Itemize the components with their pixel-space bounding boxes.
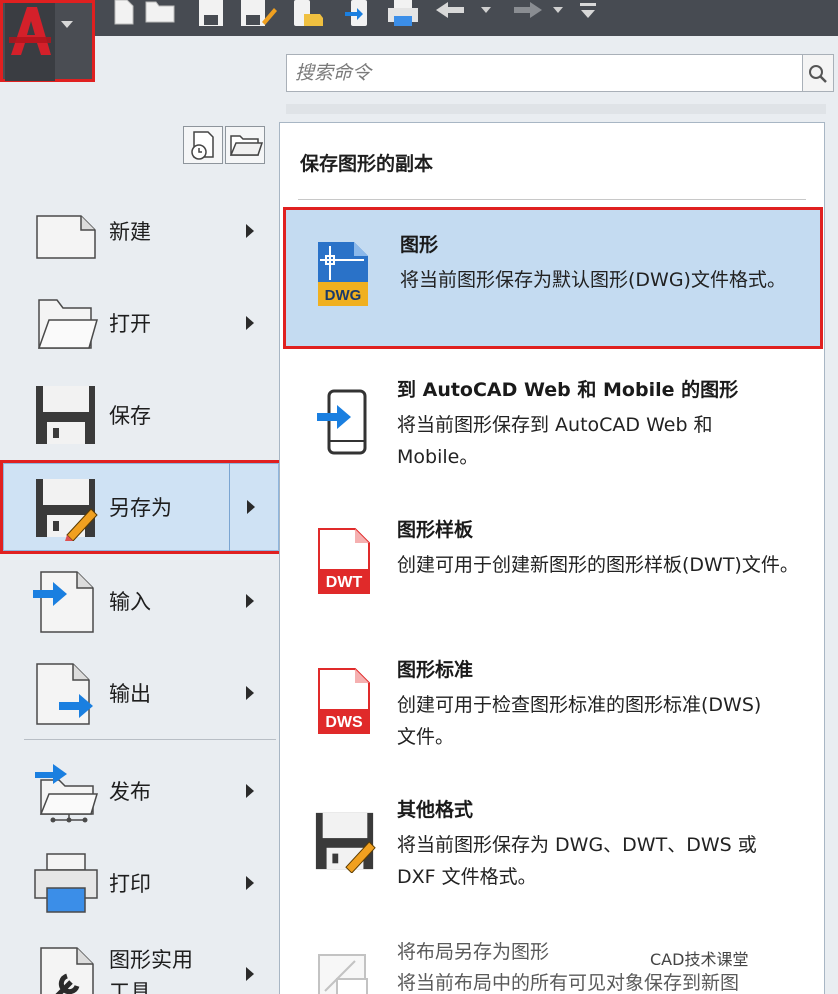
menu-item-label: 新建 [109,220,151,244]
publish-icon [35,764,99,823]
menu-item-label: 保存 [109,404,151,428]
plot-icon[interactable] [386,0,420,28]
submenu-arrow-icon [246,784,254,798]
submenu-item-description: 将当前图形保存为 DWG、DWT、DWS 或 DXF 文件格式。 [397,834,757,888]
submenu-arrow-icon [246,224,254,238]
menu-item-label: 发布 [109,780,151,804]
submenu-item-title: 到 AutoCAD Web 和 Mobile 的图形 [397,379,739,401]
drawing-utilities-icon [40,947,94,994]
search-icon [809,65,827,83]
autocad-logo [5,3,55,81]
submenu-arrow-icon [246,686,254,700]
submenu-arrow-icon [246,876,254,890]
menu-item-save[interactable]: 保存 [5,372,277,458]
open-icon[interactable] [144,0,180,26]
open-documents-button[interactable] [225,126,265,164]
submenu-item-standards[interactable]: DWS 图形标准 创建可用于检查图形标准的图形标准(DWS)文件。 [283,635,823,775]
submenu-item-title: 其他格式 [397,799,474,821]
import-icon [33,571,94,633]
save-as-submenu: 保存图形的副本 DWG 图形 将当前图形保存为默认图形(DWG)文件格式。 到 … [279,122,825,994]
save-to-web-icon[interactable] [343,0,373,28]
search-separator [286,104,826,114]
menu-item-import[interactable]: 输入 [5,558,277,644]
save-layout-as-drawing-icon [318,954,368,994]
menu-separator [24,739,276,740]
submenu-item-description: 创建可用于创建新图形的图形样板(DWT)文件。 [397,554,799,576]
recent-documents-icon [191,131,214,160]
open-documents-icon [229,135,264,156]
recent-documents-button[interactable] [183,126,223,164]
export-icon [36,663,93,725]
submenu-arrow-icon[interactable] [247,500,255,514]
dwg-icon-label: DWG [325,287,362,304]
save-as-disk-icon [36,479,98,541]
dws-icon-label: DWS [325,714,363,731]
menu-item-label: 图形实用 [109,948,193,972]
open-folder-icon [37,299,98,349]
title-bar [0,0,838,36]
submenu-item-description: 创建可用于检查图形标准的图形标准(DWS)文件。 [397,694,762,748]
search-input[interactable]: 搜索命令 [286,54,803,92]
submenu-item-title: 图形 [400,234,439,256]
menu-item-label: 打开 [109,312,151,336]
submenu-item-title: 将布局另存为图形 [397,941,550,963]
menu-item-new[interactable]: 新建 [5,188,277,274]
dwt-file-icon: DWT [318,528,370,594]
save-to-web-mobile-icon [317,389,367,455]
split-divider [229,463,230,551]
search-button[interactable] [803,54,834,92]
save-icon[interactable] [198,0,224,28]
menu-item-label: 输入 [109,590,151,614]
menu-item-label-line2: 工具 [109,980,151,994]
redo-dropdown-arrow[interactable] [553,7,563,13]
menu-item-drawing-utilities[interactable]: 图形实用 工具 [5,932,277,994]
save-as-icon[interactable] [240,0,278,28]
menu-item-label: 另存为 [109,496,172,520]
save-other-formats-icon [315,812,376,873]
menu-item-print[interactable]: 打印 [5,840,277,926]
menu-item-export[interactable]: 输出 [5,650,277,736]
new-icon[interactable] [113,0,135,26]
submenu-item-drawing[interactable]: DWG 图形 将当前图形保存为默认图形(DWG)文件格式。 [283,207,823,349]
dwg-file-icon: DWG [318,242,368,306]
submenu-item-web-mobile[interactable]: 到 AutoCAD Web 和 Mobile 的图形 将当前图形保存到 Auto… [283,355,823,495]
menu-item-publish[interactable]: 发布 [5,748,277,834]
submenu-arrow-icon [246,594,254,608]
dwt-icon-label: DWT [326,574,363,591]
submenu-item-description: 将当前图形保存到 AutoCAD Web 和 Mobile。 [397,414,713,468]
undo-icon[interactable] [434,0,470,26]
menu-item-label: 输出 [109,682,151,706]
menu-item-save-as[interactable]: 另存为 [0,460,282,554]
submenu-item-description: 将当前图形保存为默认图形(DWG)文件格式。 [400,269,786,291]
chevron-down-icon [61,21,73,28]
application-menu-button[interactable] [0,0,95,82]
watermark: CAD技术课堂 [648,946,751,970]
customize-icon[interactable] [578,0,598,26]
new-drawing-icon [36,215,96,259]
submenu-title: 保存图形的副本 [300,153,434,175]
submenu-arrow-icon [246,316,254,330]
submenu-item-title: 图形标准 [397,659,474,681]
redo-icon[interactable] [508,0,544,26]
undo-dropdown-arrow[interactable] [481,7,491,13]
submenu-arrow-icon [246,967,254,981]
menu-item-open[interactable]: 打开 [5,280,277,366]
submenu-item-template[interactable]: DWT 图形样板 创建可用于创建新图形的图形样板(DWT)文件。 [283,495,823,635]
dws-file-icon: DWS [318,668,370,734]
title-divider [298,199,806,200]
save-disk-icon [36,386,95,444]
open-from-web-icon[interactable] [292,0,326,28]
printer-icon [34,853,98,913]
submenu-item-title: 图形样板 [397,519,474,541]
menu-item-label: 打印 [109,872,151,896]
submenu-item-other-formats[interactable]: 其他格式 将当前图形保存为 DWG、DWT、DWS 或 DXF 文件格式。 [283,775,823,915]
submenu-item-description: 将当前布局中的所有可见对象保存到新图 [397,972,740,994]
